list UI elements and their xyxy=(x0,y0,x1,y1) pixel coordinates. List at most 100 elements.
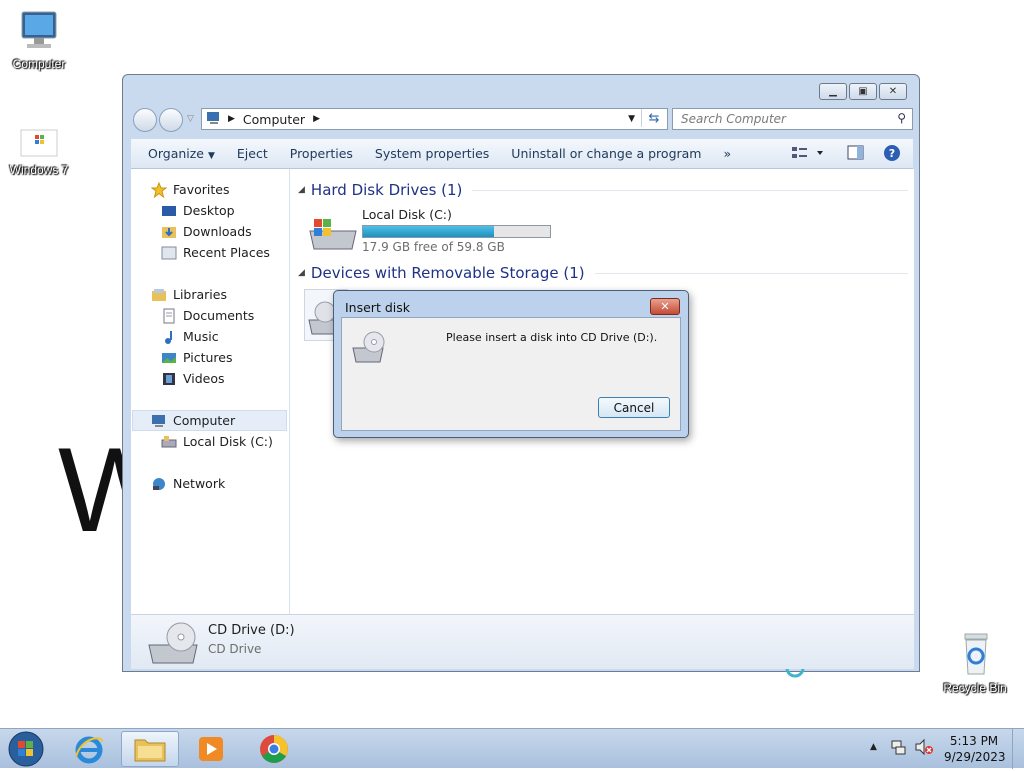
breadcrumb-computer[interactable]: Computer xyxy=(243,112,305,127)
tray-volume-muted-icon[interactable] xyxy=(914,738,934,759)
restore-icon: ▣ xyxy=(858,86,868,97)
tray-clock[interactable]: 5:13 PM 9/29/2023 xyxy=(944,733,1006,765)
nav-favorites-label: Favorites xyxy=(173,182,230,197)
maximize-button[interactable]: ▣ xyxy=(849,83,877,100)
nav-documents-label: Documents xyxy=(183,308,255,323)
pictures-icon xyxy=(161,350,177,366)
nav-local-disk[interactable]: Local Disk (C:) xyxy=(161,431,273,452)
nav-music[interactable]: Music xyxy=(161,326,219,347)
svg-text:?: ? xyxy=(889,147,895,160)
properties-button[interactable]: Properties xyxy=(279,146,364,161)
hdd-group-label: Hard Disk Drives (1) xyxy=(310,181,463,199)
nav-desktop[interactable]: Desktop xyxy=(161,200,235,221)
caption-buttons: ▁ ▣ ✕ xyxy=(819,83,907,100)
drive-tile-c[interactable]: Local Disk (C:) 17.9 GB free of 59.8 GB xyxy=(306,207,556,257)
address-dropdown-icon[interactable]: ▼ xyxy=(628,114,635,124)
nav-network[interactable]: Network xyxy=(151,473,225,494)
show-desktop-button[interactable] xyxy=(1012,729,1024,769)
close-icon: ✕ xyxy=(660,300,670,313)
breadcrumb-arrow-icon[interactable]: ▶ xyxy=(228,114,235,124)
star-icon xyxy=(150,181,168,198)
documents-icon xyxy=(161,308,177,324)
help-button[interactable]: ? xyxy=(883,144,901,165)
computer-icon xyxy=(21,11,57,48)
clock-time: 5:13 PM xyxy=(949,734,999,748)
nav-libraries[interactable]: Libraries xyxy=(151,284,227,305)
nav-favorites[interactable]: Favorites xyxy=(150,179,230,200)
nav-videos-label: Videos xyxy=(183,371,225,386)
forward-button[interactable] xyxy=(159,108,183,132)
nav-videos[interactable]: Videos xyxy=(161,368,225,389)
nav-computer[interactable]: Computer xyxy=(132,410,287,431)
address-bar[interactable]: ▶ Computer ▶ ▼ xyxy=(201,108,668,130)
chrome-icon xyxy=(260,735,288,763)
desktop-icon-recycle-bin[interactable]: Recycle Bin xyxy=(940,630,1010,695)
nav-libraries-label: Libraries xyxy=(173,287,227,302)
nav-pictures[interactable]: Pictures xyxy=(161,347,233,368)
search-placeholder: Search Computer xyxy=(681,112,786,126)
cd-drive-icon xyxy=(352,331,385,363)
close-icon: ✕ xyxy=(888,86,898,97)
taskbar-media-player[interactable] xyxy=(182,731,240,767)
uninstall-program-button[interactable]: Uninstall or change a program xyxy=(500,146,712,161)
clock-date: 9/29/2023 xyxy=(944,750,1006,764)
desktop-icon-computer[interactable]: Computer xyxy=(4,8,74,71)
recent-pages-dropdown[interactable]: ▽ xyxy=(187,114,194,124)
dialog-title: Insert disk xyxy=(345,300,410,315)
computer-icon xyxy=(151,413,167,429)
hdd-group-header[interactable]: ◢ Hard Disk Drives (1) xyxy=(298,181,908,199)
collapse-icon: ◢ xyxy=(298,268,305,278)
nav-downloads[interactable]: Downloads xyxy=(161,221,252,242)
help-icon: ? xyxy=(884,145,900,161)
preview-pane-icon xyxy=(847,145,864,160)
taskbar-windows-explorer[interactable] xyxy=(121,731,179,767)
show-hidden-icons-button[interactable]: ▲ xyxy=(870,742,877,752)
address-row: ▽ ▶ Computer ▶ ▼ ⇆ Search Computer ⚲ xyxy=(131,106,913,134)
view-icon xyxy=(792,147,823,158)
more-commands-button[interactable]: » xyxy=(712,146,742,161)
local-disk-icon xyxy=(161,434,177,450)
view-options-button[interactable] xyxy=(791,145,825,164)
nav-pictures-label: Pictures xyxy=(183,350,233,365)
tray-network-icon[interactable] xyxy=(890,738,908,759)
close-window-button[interactable]: ✕ xyxy=(879,83,907,100)
nav-documents[interactable]: Documents xyxy=(161,305,254,326)
desktop-icon-windows7[interactable]: Windows 7 xyxy=(4,128,74,177)
search-input[interactable]: Search Computer ⚲ xyxy=(672,108,913,130)
music-icon xyxy=(161,329,177,345)
organize-button[interactable]: Organize ▼ xyxy=(131,146,226,161)
drive-usage-bar xyxy=(362,225,551,238)
dialog-close-button[interactable]: ✕ xyxy=(650,298,680,315)
cancel-button[interactable]: Cancel xyxy=(598,397,670,418)
media-player-icon xyxy=(199,737,223,761)
eject-button[interactable]: Eject xyxy=(226,146,279,161)
taskbar-chrome[interactable] xyxy=(245,731,303,767)
refresh-icon: ⇆ xyxy=(648,110,660,126)
removable-group-label: Devices with Removable Storage (1) xyxy=(310,264,585,282)
chevron-down-icon: ▼ xyxy=(207,151,215,161)
start-button[interactable] xyxy=(6,730,46,771)
nav-desktop-label: Desktop xyxy=(183,203,235,218)
command-bar: Organize ▼ Eject Properties System prope… xyxy=(131,139,913,169)
nav-downloads-label: Downloads xyxy=(183,224,252,239)
folder-icon xyxy=(134,739,166,762)
removable-group-header[interactable]: ◢ Devices with Removable Storage (1) xyxy=(298,264,908,282)
collapse-icon: ◢ xyxy=(298,185,305,195)
breadcrumb-arrow-icon[interactable]: ▶ xyxy=(313,114,320,124)
preview-pane-button[interactable] xyxy=(847,145,865,164)
details-type: CD Drive xyxy=(208,642,262,656)
nav-music-label: Music xyxy=(183,329,219,344)
internet-explorer-icon xyxy=(75,736,103,764)
back-button[interactable] xyxy=(133,108,157,132)
taskbar: ▲ 5:13 PM 9/29/2023 xyxy=(0,728,1024,771)
taskbar-internet-explorer[interactable] xyxy=(60,731,118,767)
nav-recent-places[interactable]: Recent Places xyxy=(161,242,270,263)
search-icon: ⚲ xyxy=(897,111,906,125)
refresh-button[interactable]: ⇆ xyxy=(641,109,666,127)
drive-usage-fill xyxy=(363,226,494,237)
system-properties-button[interactable]: System properties xyxy=(364,146,500,161)
cd-drive-icon xyxy=(148,622,198,664)
minimize-button[interactable]: ▁ xyxy=(819,83,847,100)
videos-icon xyxy=(161,371,177,387)
nav-recent-label: Recent Places xyxy=(183,245,270,260)
